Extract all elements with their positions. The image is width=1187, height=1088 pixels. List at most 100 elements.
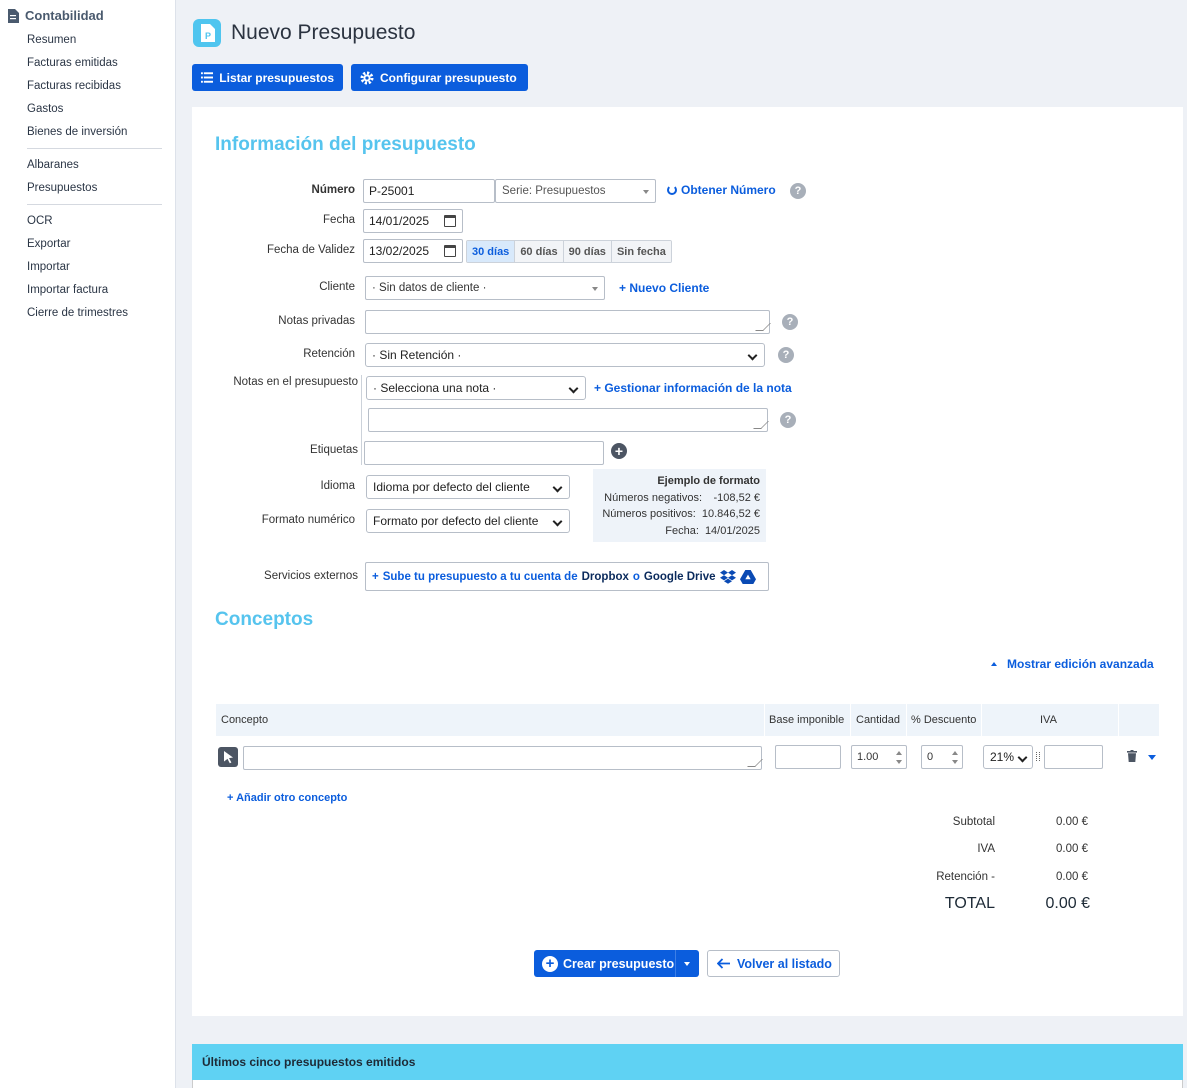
sidebar-item-exportar[interactable]: Exportar: [27, 238, 70, 250]
help-icon[interactable]: ?: [782, 314, 798, 330]
spin-up-icon[interactable]: [896, 751, 902, 755]
gestionar-nota-link[interactable]: + Gestionar información de la nota: [594, 381, 792, 395]
advanced-edit-toggle[interactable]: Mostrar edición avanzada: [991, 657, 1154, 671]
help-icon[interactable]: ?: [778, 347, 794, 363]
nuevo-cliente-link[interactable]: + Nuevo Cliente: [619, 281, 709, 295]
retencion-total-value: 0.00 €: [1056, 871, 1088, 883]
plus-circle-icon: +: [542, 955, 558, 972]
create-budget-button[interactable]: + Crear presupuesto: [534, 950, 699, 977]
validez-sin-fecha[interactable]: Sin fecha: [611, 241, 671, 262]
sidebar-item-ocr[interactable]: OCR: [27, 215, 53, 227]
sidebar-item-importar[interactable]: Importar: [27, 261, 70, 273]
serie-select[interactable]: Serie: Presupuestos: [495, 179, 656, 203]
sidebar-item-albaranes[interactable]: Albaranes: [27, 159, 79, 171]
fecha-input[interactable]: 14/01/2025: [363, 209, 463, 233]
sidebar: Contabilidad Resumen Facturas emitidas F…: [0, 0, 176, 1088]
add-tag-icon[interactable]: +: [611, 443, 627, 459]
sidebar-item-resumen[interactable]: Resumen: [27, 34, 76, 46]
calendar-icon[interactable]: [444, 215, 456, 227]
gear-icon: [360, 71, 374, 84]
idioma-select[interactable]: Idioma por defecto del cliente: [366, 475, 570, 499]
sidebar-item-cierre-trimestres[interactable]: Cierre de trimestres: [27, 307, 128, 319]
sidebar-item-facturas-recibidas[interactable]: Facturas recibidas: [27, 80, 121, 92]
split-divider: [675, 950, 676, 977]
sidebar-item-presupuestos[interactable]: Presupuestos: [27, 182, 97, 194]
list-budgets-button[interactable]: Listar presupuestos: [192, 64, 343, 91]
serie-value: Serie: Presupuestos: [502, 185, 606, 197]
base-imponible-input[interactable]: [775, 745, 841, 769]
nota-select[interactable]: · Selecciona una nota ·: [366, 376, 586, 400]
sidebar-section-header[interactable]: Contabilidad: [7, 8, 104, 23]
cursor-icon: [224, 751, 233, 764]
formato-select[interactable]: Formato por defecto del cliente: [366, 509, 570, 533]
dropdown-caret-icon[interactable]: [684, 962, 690, 966]
iva-value: 21%: [990, 750, 1015, 764]
retencion-select[interactable]: · Sin Retención ·: [365, 343, 765, 367]
chevron-down-icon: [552, 516, 563, 527]
back-to-list-button[interactable]: Volver al listado: [707, 950, 840, 977]
spin-down-icon[interactable]: [952, 760, 958, 764]
obtener-numero-label: Obtener Número: [681, 183, 776, 197]
etiquetas-input[interactable]: [364, 441, 604, 465]
validez-30-dias[interactable]: 30 días: [467, 241, 516, 262]
chevron-down-icon: [1017, 752, 1028, 763]
retencion-total-label: Retención -: [936, 871, 995, 883]
help-icon[interactable]: ?: [780, 412, 796, 428]
format-example-date: Fecha: 14/01/2025: [599, 523, 760, 540]
trash-icon[interactable]: [1127, 750, 1137, 762]
retencion-label: Retención: [303, 348, 355, 360]
cliente-select[interactable]: · Sin datos de cliente ·: [365, 276, 605, 300]
row-options-caret-icon[interactable]: [1148, 755, 1156, 760]
sidebar-section-title: Contabilidad: [25, 8, 104, 23]
spin-down-icon[interactable]: [896, 760, 902, 764]
notes-group-divider: [361, 375, 362, 465]
help-icon[interactable]: ?: [790, 183, 806, 199]
numero-input[interactable]: P-25001: [363, 179, 495, 203]
validez-options: 30 días 60 días 90 días Sin fecha: [466, 240, 672, 263]
total-value: 0.00 €: [1045, 895, 1090, 912]
validez-60-dias[interactable]: 60 días: [515, 241, 564, 262]
nota-presupuesto-textarea[interactable]: [368, 408, 768, 432]
sidebar-item-facturas-emitidas[interactable]: Facturas emitidas: [27, 57, 118, 69]
iva-amount-input[interactable]: [1044, 745, 1103, 769]
notas-privadas-textarea[interactable]: [365, 310, 770, 334]
obtener-numero-link[interactable]: Obtener Número: [667, 183, 776, 197]
calendar-icon[interactable]: [444, 245, 456, 257]
nuevo-cliente-label: Nuevo Cliente: [629, 281, 710, 295]
etiquetas-label: Etiquetas: [310, 444, 358, 456]
sidebar-item-bienes-inversion[interactable]: Bienes de inversión: [27, 126, 127, 138]
concepto-textarea[interactable]: [243, 746, 762, 770]
descuento-input[interactable]: 0: [921, 745, 963, 769]
upload-cloud-button[interactable]: + Sube tu presupuesto a tu cuenta de Dro…: [365, 562, 769, 591]
drag-handle-icon[interactable]: [1036, 752, 1040, 761]
servicios-label: Servicios externos: [264, 570, 358, 582]
validez-input[interactable]: 13/02/2025: [363, 239, 463, 263]
format-date-value: 14/01/2025: [704, 524, 760, 537]
select-product-button[interactable]: [218, 747, 238, 767]
col-descuento: % Descuento: [911, 714, 977, 726]
col-concepto: Concepto: [221, 714, 269, 726]
validez-label: Fecha de Validez: [266, 244, 355, 256]
descuento-value: 0: [927, 751, 934, 763]
format-neg-label: Números negativos:: [604, 491, 702, 504]
format-example-box: Ejemplo de formato Números negativos: -10…: [593, 469, 766, 542]
iva-select[interactable]: 21%: [983, 745, 1033, 769]
configure-budget-button[interactable]: Configurar presupuesto: [351, 64, 528, 91]
sidebar-item-importar-factura[interactable]: Importar factura: [27, 284, 108, 296]
spin-up-icon[interactable]: [952, 751, 958, 755]
notas-presupuesto-label: Notas en el presupuesto: [233, 376, 358, 388]
add-concept-link[interactable]: + Añadir otro concepto: [227, 792, 347, 804]
recent-budgets-header: Últimos cinco presupuestos emitidos: [192, 1044, 1183, 1080]
cantidad-input[interactable]: 1.00: [851, 745, 907, 769]
format-neg-value: -108,52 €: [713, 491, 760, 504]
gestionar-nota-label: Gestionar información de la nota: [604, 381, 792, 395]
sidebar-item-gastos[interactable]: Gastos: [27, 103, 63, 115]
idioma-value: Idioma por defecto del cliente: [373, 480, 530, 494]
col-base-imponible: Base imponible: [769, 714, 845, 726]
info-section-title: Información del presupuesto: [215, 134, 476, 155]
subtotal-label: Subtotal: [952, 816, 995, 828]
fecha-value: 14/01/2025: [369, 214, 430, 228]
validez-90-dias[interactable]: 90 días: [563, 241, 612, 262]
document-icon: [8, 8, 19, 23]
concepts-table-header: Concepto Base imponible Cantidad % Descu…: [216, 704, 1159, 736]
